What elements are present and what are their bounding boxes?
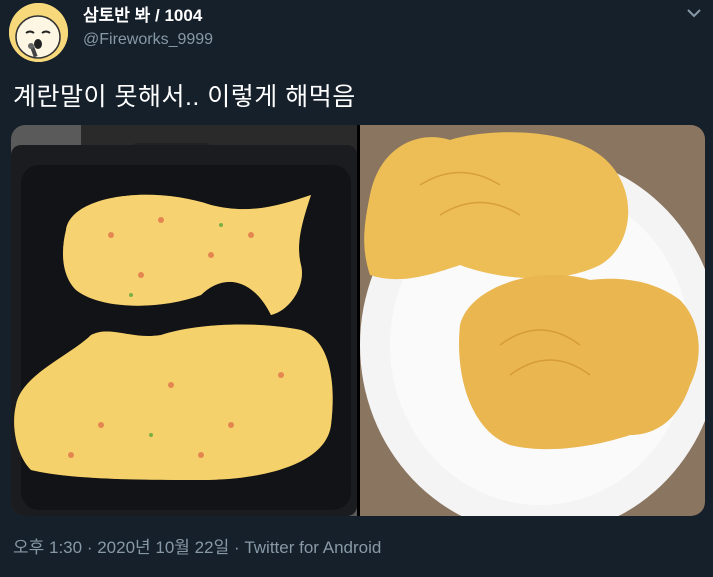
waffle-maker-image (11, 125, 357, 516)
meta-separator-2: · (229, 538, 245, 557)
avatar[interactable] (9, 3, 68, 62)
tweet-meta: 오후 1:30 · 2020년 10월 22일 · Twitter for An… (13, 537, 381, 559)
meta-separator-1: · (82, 538, 98, 557)
chevron-down-icon[interactable] (685, 6, 703, 20)
photo-waffle-maker[interactable] (11, 125, 357, 516)
avatar-image (9, 3, 68, 62)
tweet-header: 삼토반 봐 / 1004 @Fireworks_9999 (0, 0, 713, 70)
tweet-date[interactable]: 2020년 10월 22일 (97, 538, 229, 557)
photo-plated-fish-omelets[interactable] (360, 125, 705, 516)
display-name[interactable]: 삼토반 봐 / 1004 (83, 5, 213, 27)
tweet-text: 계란말이 못해서.. 이렇게 해먹음 (13, 83, 356, 111)
user-handle[interactable]: @Fireworks_9999 (83, 29, 213, 51)
tweet-time[interactable]: 오후 1:30 (13, 538, 82, 557)
tweet-source[interactable]: Twitter for Android (244, 538, 381, 557)
plated-omelet-image (360, 125, 705, 516)
tweet-media[interactable] (11, 125, 705, 516)
